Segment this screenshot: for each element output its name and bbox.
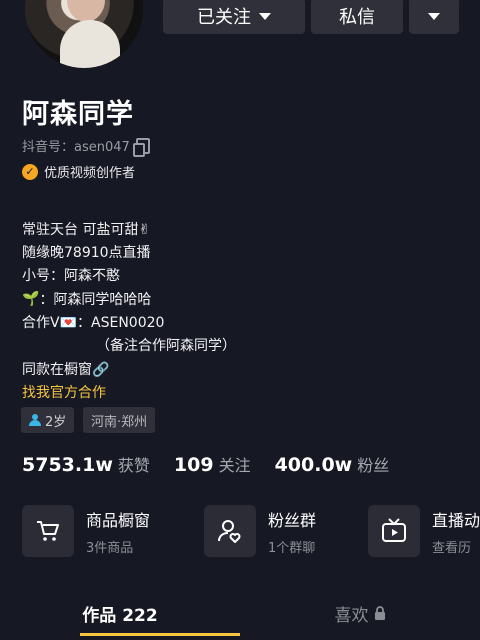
bio-line: （备注合作阿森同学）	[96, 338, 236, 354]
stats-row: 5753.1w 获赞 109 关注 400.0w 粉丝	[22, 452, 413, 476]
live-title: 直播动	[431, 510, 480, 530]
fans-group-icon	[204, 505, 256, 557]
avatar[interactable]	[25, 0, 143, 68]
creator-badge[interactable]: ✓ 优质视频创作者	[22, 162, 135, 181]
location-tag-text: 河南·郑州	[91, 414, 148, 430]
shop-window-entry[interactable]: 商品橱窗 3件商品	[22, 505, 150, 557]
message-label: 私信	[339, 7, 375, 28]
active-tab-indicator	[80, 633, 240, 636]
avatar-coat	[60, 20, 120, 68]
tab-likes[interactable]: 喜欢	[280, 590, 440, 636]
bio-line: 小号：阿森不憨	[22, 268, 120, 284]
live-subtitle: 查看历	[431, 540, 471, 556]
following-label[interactable]: 关注	[219, 452, 251, 476]
bio-line: 🌱 ：阿森同学哈哈哈	[22, 289, 151, 309]
following-count[interactable]: 109	[174, 454, 214, 476]
follow-button[interactable]: 已关注	[163, 0, 305, 34]
cart-icon	[22, 505, 74, 557]
live-entry[interactable]: 直播动 查看历	[368, 505, 480, 557]
tab-works[interactable]: 作品 222	[40, 590, 200, 636]
location-tag: 河南·郑州	[83, 407, 156, 433]
bio-line: 合作V💌：ASEN0020	[22, 315, 165, 331]
creator-badge-text: 优质视频创作者	[44, 166, 136, 181]
follow-label: 已关注	[197, 7, 251, 28]
more-dropdown-button[interactable]	[409, 0, 459, 34]
likes-label: 获赞	[117, 456, 150, 475]
profile-name: 阿森同学	[22, 99, 134, 130]
bio-line: 同款在橱窗🔗	[22, 362, 110, 378]
fans-group-entry[interactable]: 粉丝群 1个群聊	[204, 505, 316, 557]
chevron-down-icon	[428, 12, 440, 20]
live-tv-icon	[368, 505, 420, 557]
tab-likes-label: 喜欢	[334, 605, 369, 626]
age-tag-text: 2岁	[45, 414, 67, 430]
shop-window-title: 商品橱窗	[86, 510, 151, 530]
shop-window-subtitle: 3件商品	[86, 540, 134, 556]
fans-group-subtitle: 1个群聊	[268, 540, 316, 556]
chevron-down-icon	[259, 12, 271, 20]
fans-group-title: 粉丝群	[268, 510, 317, 530]
age-tag: 2岁	[21, 407, 75, 433]
likes-count: 5753.1w	[22, 454, 113, 476]
avatar-face	[67, 0, 105, 22]
official-cooperation-link[interactable]: 找我官方合作	[22, 382, 106, 402]
douyin-id: 抖音号：asen047	[22, 136, 150, 157]
bio-line: 常驻天台 可盐可甜✌	[22, 222, 151, 238]
followers-label[interactable]: 粉丝	[357, 452, 389, 476]
tab-works-label: 作品 222	[82, 605, 158, 626]
douyin-id-text: 抖音号：asen047	[22, 140, 130, 155]
bio-line-text: ：阿森同学哈哈哈	[39, 292, 152, 308]
copy-icon[interactable]	[132, 137, 150, 157]
person-icon	[29, 414, 41, 426]
sprout-icon: 🌱	[22, 291, 40, 307]
message-button[interactable]: 私信	[311, 0, 403, 34]
check-badge-icon: ✓	[22, 163, 38, 180]
bio-line: 随缘晚78910点直播	[22, 245, 151, 261]
followers-count[interactable]: 400.0w	[275, 454, 353, 476]
lock-icon	[374, 606, 385, 620]
